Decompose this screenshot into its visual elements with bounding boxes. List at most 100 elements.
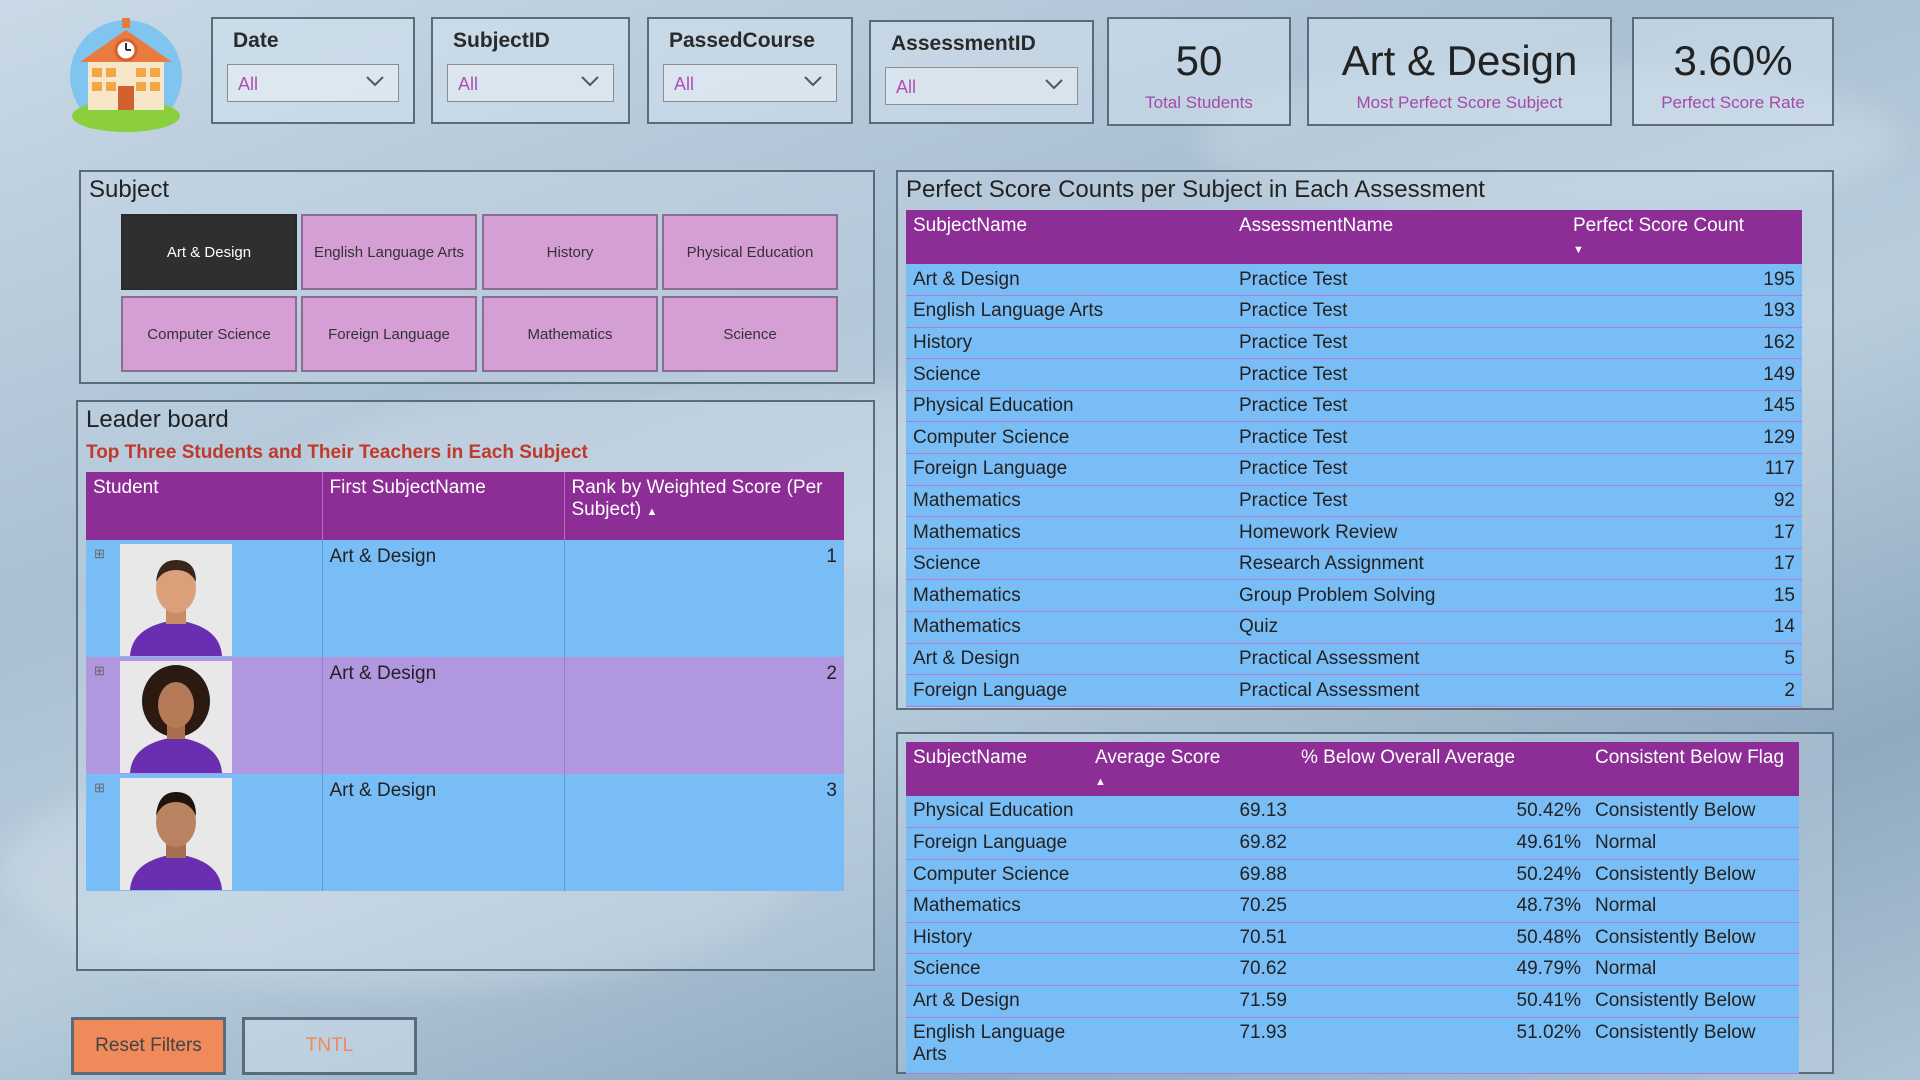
- assessment-cell: Group Problem Solving: [1239, 584, 1436, 606]
- count-cell: 162: [1763, 331, 1795, 353]
- passedcourse-dropdown[interactable]: All: [663, 64, 837, 102]
- column-header[interactable]: Rank by Weighted Score (Per Subject) ▲: [564, 472, 844, 540]
- flag-cell: Consistently Below: [1595, 863, 1756, 885]
- table-row[interactable]: Computer Science 69.88 50.24% Consistently …: [906, 859, 1799, 891]
- subject-cell: Science: [913, 363, 981, 385]
- subject-button-physical-education[interactable]: Physical Education: [662, 214, 838, 290]
- average-score-body: Physical Education 69.13 50.42% Consistentl…: [906, 796, 1799, 1074]
- average-score-cell: 69.88: [1239, 863, 1287, 885]
- student-cell: ⊞: [86, 657, 323, 774]
- assessment-cell: Practice Test: [1239, 363, 1348, 385]
- below-average-cell: 49.79%: [1516, 958, 1581, 980]
- table-row[interactable]: Physical Education 69.13 50.42% Consistentl…: [906, 796, 1799, 828]
- subject-button-foreign-language[interactable]: Foreign Language: [301, 296, 477, 372]
- column-header[interactable]: First SubjectName: [322, 472, 565, 540]
- subject-cell: Computer Science: [913, 863, 1070, 885]
- subject-cell: Art & Design: [322, 657, 565, 774]
- column-header[interactable]: Average Score ▲: [1088, 742, 1294, 796]
- subject-button-history[interactable]: History: [482, 214, 658, 290]
- column-header[interactable]: AssessmentName: [1232, 210, 1566, 264]
- subject-button-computer-science[interactable]: Computer Science: [121, 296, 297, 372]
- sort-down-icon: ▼: [1573, 244, 1584, 256]
- slicer-label: SubjectID: [453, 29, 550, 52]
- expand-icon[interactable]: ⊞: [94, 663, 105, 679]
- table-row[interactable]: Computer Science Practice Test 129: [906, 421, 1802, 454]
- table-row[interactable]: Mathematics Quiz 14: [906, 611, 1802, 644]
- chevron-down-icon: [804, 76, 822, 87]
- expand-icon[interactable]: ⊞: [94, 780, 105, 796]
- slicer-label: AssessmentID: [891, 32, 1036, 55]
- table-row[interactable]: English Language Arts 71.93 51.02% Consiste…: [906, 1017, 1799, 1074]
- table-row[interactable]: Science Practice Test 149: [906, 358, 1802, 391]
- count-cell: 17: [1773, 553, 1795, 575]
- column-header[interactable]: Perfect Score Count ▼: [1566, 210, 1802, 264]
- assessment-cell: Practice Test: [1239, 331, 1348, 353]
- dropdown-value: All: [238, 74, 259, 94]
- average-score-cell: 71.59: [1239, 990, 1287, 1012]
- subject-button-english[interactable]: English Language Arts: [301, 214, 477, 290]
- column-header[interactable]: Consistent Below Flag: [1588, 742, 1799, 796]
- date-slicer[interactable]: Date All: [211, 17, 415, 124]
- subjectid-slicer[interactable]: SubjectID All: [431, 17, 630, 124]
- table-row[interactable]: Art & Design Practice Test 195: [906, 264, 1802, 296]
- column-header[interactable]: SubjectName: [906, 210, 1232, 264]
- dropdown-value: All: [458, 74, 479, 94]
- subject-cell: Mathematics: [913, 489, 1021, 511]
- flag-cell: Consistently Below: [1595, 926, 1756, 948]
- column-header[interactable]: % Below Overall Average: [1294, 742, 1588, 796]
- table-row[interactable]: Science 70.62 49.79% Normal: [906, 953, 1799, 986]
- passedcourse-slicer[interactable]: PassedCourse All: [647, 17, 853, 124]
- perfect-score-rate-card: 3.60% Perfect Score Rate: [1632, 17, 1834, 126]
- column-header[interactable]: SubjectName: [906, 742, 1088, 796]
- school-logo-icon: [70, 18, 182, 132]
- table-row[interactable]: Science Research Assignment 17: [906, 548, 1802, 580]
- table-row[interactable]: ⊞ Art & Design 3: [86, 774, 844, 891]
- count-cell: 5: [1784, 647, 1795, 669]
- table-row[interactable]: History 70.51 50.48% Consistently Below: [906, 922, 1799, 954]
- student-photo: [120, 661, 232, 773]
- table-row[interactable]: Foreign Language Practice Test 117: [906, 453, 1802, 486]
- assessmentid-dropdown[interactable]: All: [885, 67, 1078, 105]
- table-row[interactable]: ⊞ Art & Design 1: [86, 540, 844, 657]
- subjectid-dropdown[interactable]: All: [447, 64, 614, 102]
- subject-cell: Art & Design: [913, 647, 1020, 669]
- kpi-label: Perfect Score Rate: [1661, 93, 1805, 112]
- perfect-score-table: SubjectName AssessmentName Perfect Score…: [906, 210, 1802, 707]
- table-row[interactable]: Mathematics 70.25 48.73% Normal: [906, 890, 1799, 923]
- subject-cell: Foreign Language: [913, 832, 1068, 854]
- assessmentid-slicer[interactable]: AssessmentID All: [869, 20, 1094, 124]
- count-cell: 195: [1763, 268, 1795, 290]
- date-dropdown[interactable]: All: [227, 64, 399, 102]
- count-cell: 14: [1773, 616, 1795, 638]
- reset-filters-button[interactable]: Reset Filters: [71, 1017, 226, 1075]
- student-cell: ⊞: [86, 774, 323, 891]
- subject-cell: History: [913, 331, 973, 353]
- expand-icon[interactable]: ⊞: [94, 546, 105, 562]
- table-row[interactable]: Mathematics Group Problem Solving 15: [906, 579, 1802, 612]
- table-row[interactable]: Mathematics Practice Test 92: [906, 485, 1802, 517]
- table-row[interactable]: Art & Design 71.59 50.41% Consistently Belo…: [906, 985, 1799, 1018]
- subject-cell: English Language Arts: [913, 1021, 1066, 1065]
- table-row[interactable]: Foreign Language Practical Assessment 2: [906, 674, 1802, 707]
- subject-cell: Art & Design: [322, 540, 565, 657]
- table-row[interactable]: Physical Education Practice Test 145: [906, 390, 1802, 422]
- subject-cell: Physical Education: [913, 395, 1074, 417]
- subject-button-mathematics[interactable]: Mathematics: [482, 296, 658, 372]
- leaderboard-subtitle: Top Three Students and Their Teachers in…: [86, 442, 588, 463]
- rank-cell: 1: [826, 546, 837, 567]
- table-row[interactable]: English Language Arts Practice Test 193: [906, 295, 1802, 328]
- student-photo: [120, 544, 232, 656]
- table-row[interactable]: History Practice Test 162: [906, 327, 1802, 359]
- subject-button-art-design[interactable]: Art & Design: [121, 214, 297, 290]
- assessment-cell: Quiz: [1239, 616, 1279, 638]
- table-row[interactable]: Foreign Language 69.82 49.61% Normal: [906, 827, 1799, 860]
- table-row[interactable]: ⊞ Art & Design 2: [86, 657, 844, 774]
- subject-button-science[interactable]: Science: [662, 296, 838, 372]
- average-score-cell: 70.51: [1239, 926, 1287, 948]
- table-row[interactable]: Mathematics Homework Review 17: [906, 516, 1802, 549]
- student-cell: ⊞: [86, 540, 323, 657]
- column-header[interactable]: Student: [86, 472, 323, 540]
- assessment-cell: Practice Test: [1239, 300, 1348, 322]
- tntl-button[interactable]: TNTL: [242, 1017, 417, 1075]
- table-row[interactable]: Art & Design Practical Assessment 5: [906, 643, 1802, 675]
